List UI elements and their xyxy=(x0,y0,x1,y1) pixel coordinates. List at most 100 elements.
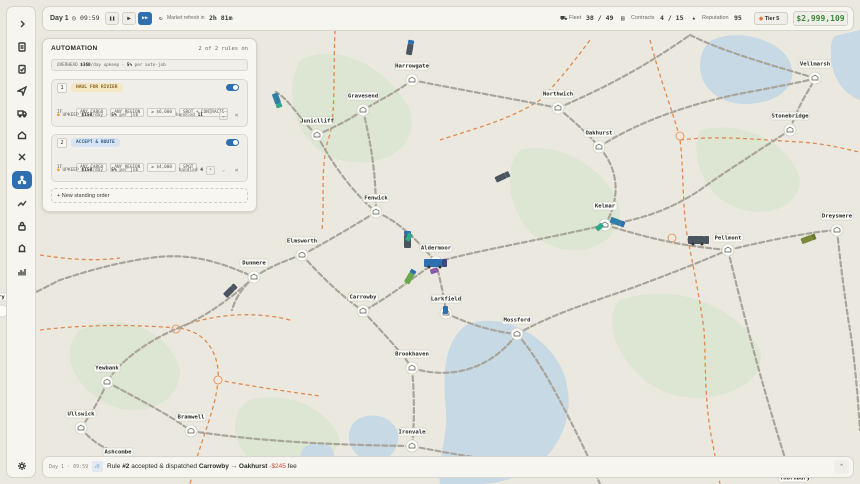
money-display: $2,999,109 xyxy=(793,11,848,26)
log-prefix: Rule xyxy=(107,463,121,470)
expand-log-button[interactable]: ⌃ xyxy=(834,460,849,474)
rule-name[interactable]: HAUL FOR RIVIER xyxy=(71,83,123,92)
coin-icon: ● xyxy=(57,113,60,118)
rule-upkeep: ● UPKEEP $150/day · 5% per job xyxy=(57,168,138,173)
document-icon xyxy=(18,42,26,52)
tier-badge: ◆ Tier 5 xyxy=(754,12,788,25)
sidebar-item-depots[interactable] xyxy=(12,126,32,144)
delete-rule-button[interactable]: × xyxy=(232,166,241,175)
town-label: Dunmere xyxy=(242,261,266,267)
town-label: Carrowby xyxy=(350,295,378,301)
upkeep-value: $150 xyxy=(81,168,93,173)
play-button[interactable]: ▶ xyxy=(122,12,136,25)
condition-chip[interactable]: ≥ $6,000 xyxy=(147,108,176,117)
rule-card[interactable]: 2 ACCEPT & ROUTE IF ANY CARGO ANY REGION ≥… xyxy=(51,134,248,182)
town-label: Ironvale xyxy=(399,430,427,436)
delete-rule-button[interactable]: × xyxy=(232,111,241,120)
new-standing-order-button[interactable]: + New standing order xyxy=(51,188,248,203)
time-label: 09:59 xyxy=(80,14,100,22)
tier-icon: ◆ xyxy=(759,16,764,22)
tools-icon xyxy=(18,153,26,161)
log-rule: #2 xyxy=(122,463,130,470)
town-label: Kelmar xyxy=(595,204,616,210)
overhead-value: $360 xyxy=(80,63,91,68)
fleet-label: Fleet xyxy=(569,15,582,21)
contracts-value: 4 / 15 xyxy=(660,14,684,22)
fast-forward-button[interactable]: ▶▶ xyxy=(138,12,152,25)
handled-count: handled 4 xyxy=(179,168,203,173)
lock-icon xyxy=(18,221,26,231)
overhead-bar: OVERHEAD $360/day upkeep · 5% per auto-j… xyxy=(51,59,248,71)
move-up-button[interactable]: ⌃ xyxy=(206,166,215,175)
sidebar-item-tasks[interactable] xyxy=(12,60,32,78)
log-time: Day 1 · 09:59 xyxy=(49,464,89,470)
gear-icon xyxy=(18,462,26,470)
day-label: Day 1 xyxy=(50,15,69,22)
expand-sidebar-button[interactable] xyxy=(12,15,32,33)
coin-icon: ● xyxy=(57,168,60,173)
rule-card[interactable]: 1 HAUL FOR RIVIER IF ANY CARGO ANY REGION… xyxy=(51,79,248,127)
town-label: Harrowgate xyxy=(395,64,429,70)
upkeep-value: $150 xyxy=(81,113,93,118)
move-down-button[interactable]: ⌄ xyxy=(219,111,228,120)
rule-index: 2 xyxy=(57,138,67,148)
town-label: Oakhurst xyxy=(586,131,613,137)
truck-icon: ⛟ xyxy=(560,15,568,22)
move-down-button[interactable]: ⌄ xyxy=(219,166,228,175)
town-label: Elmsworth xyxy=(287,239,317,245)
sidebar-item-contracts[interactable] xyxy=(12,38,32,56)
handled-label: handled xyxy=(175,113,195,118)
sidebar-item-security[interactable] xyxy=(12,217,32,235)
tier-label: Tier 5 xyxy=(764,16,780,22)
truck xyxy=(443,306,448,314)
chevron-right-icon xyxy=(20,20,25,28)
overhead-pct: 5% xyxy=(126,63,133,68)
log-message: Rule #2 accepted & dispatched Carrowby →… xyxy=(107,457,297,477)
sidebar-item-hq[interactable] xyxy=(12,239,32,257)
town-label: Vellmarsh xyxy=(800,62,830,68)
town-label: Brookhaven xyxy=(395,352,429,358)
town-label: Pellmont xyxy=(715,236,742,242)
move-up-button[interactable]: ⌃ xyxy=(206,111,215,120)
pause-button[interactable]: ❚❚ xyxy=(105,12,119,25)
sidebar-item-tools[interactable] xyxy=(12,148,32,166)
star-icon: ★ xyxy=(692,15,696,22)
document-icon: ▤ xyxy=(621,15,625,22)
chevron-up-icon: ⌃ xyxy=(839,463,844,470)
upkeep-label: UPKEEP xyxy=(62,113,79,118)
sidebar-item-stats[interactable] xyxy=(12,263,32,281)
trend-icon xyxy=(17,200,27,207)
rule-toggle[interactable] xyxy=(226,84,239,91)
handled-label: handled xyxy=(178,168,198,173)
log-fee: -$245 xyxy=(269,463,286,470)
pause-icon: ❚❚ xyxy=(108,16,116,22)
overhead-suffix: /day upkeep · xyxy=(90,63,125,68)
sidebar-item-analytics[interactable] xyxy=(12,195,32,213)
upkeep-job: per job xyxy=(119,168,139,173)
home-icon xyxy=(17,131,27,140)
network-icon xyxy=(17,175,27,185)
sidebar-item-settings[interactable] xyxy=(12,457,32,475)
town-label: Fenwick xyxy=(364,196,388,202)
sidebar-item-dispatch[interactable] xyxy=(12,82,32,100)
event-log-bar[interactable]: Day 1 · 09:59 ⛙ Rule #2 accepted & dispa… xyxy=(42,456,854,478)
automation-icon: ⛙ xyxy=(92,461,103,472)
rule-name[interactable]: ACCEPT & ROUTE xyxy=(71,138,120,147)
sidebar-item-fleet[interactable] xyxy=(12,104,32,122)
sidebar-item-automation[interactable] xyxy=(12,171,32,189)
chevron-up-icon: ⌃ xyxy=(208,168,212,174)
automation-panel: AUTOMATION 2 of 2 rules on OVERHEAD $360… xyxy=(42,38,257,212)
rule-toggle[interactable] xyxy=(226,139,239,146)
sidebar xyxy=(6,6,36,478)
reputation-label: Reputation xyxy=(702,15,729,21)
market-refresh-time: 2h 81m xyxy=(209,14,233,22)
panel-title: AUTOMATION xyxy=(51,45,98,52)
town-label: Dreysmere xyxy=(822,214,853,220)
clipboard-check-icon xyxy=(18,64,26,74)
town-label: bury xyxy=(0,295,5,301)
reputation-value: 95 xyxy=(734,14,742,22)
upkeep-label: UPKEEP xyxy=(62,168,79,173)
condition-chip[interactable]: ≥ $4,000 xyxy=(147,163,176,172)
overhead-tail: per auto-job xyxy=(134,63,166,68)
town-label: Larkfield xyxy=(431,297,461,303)
